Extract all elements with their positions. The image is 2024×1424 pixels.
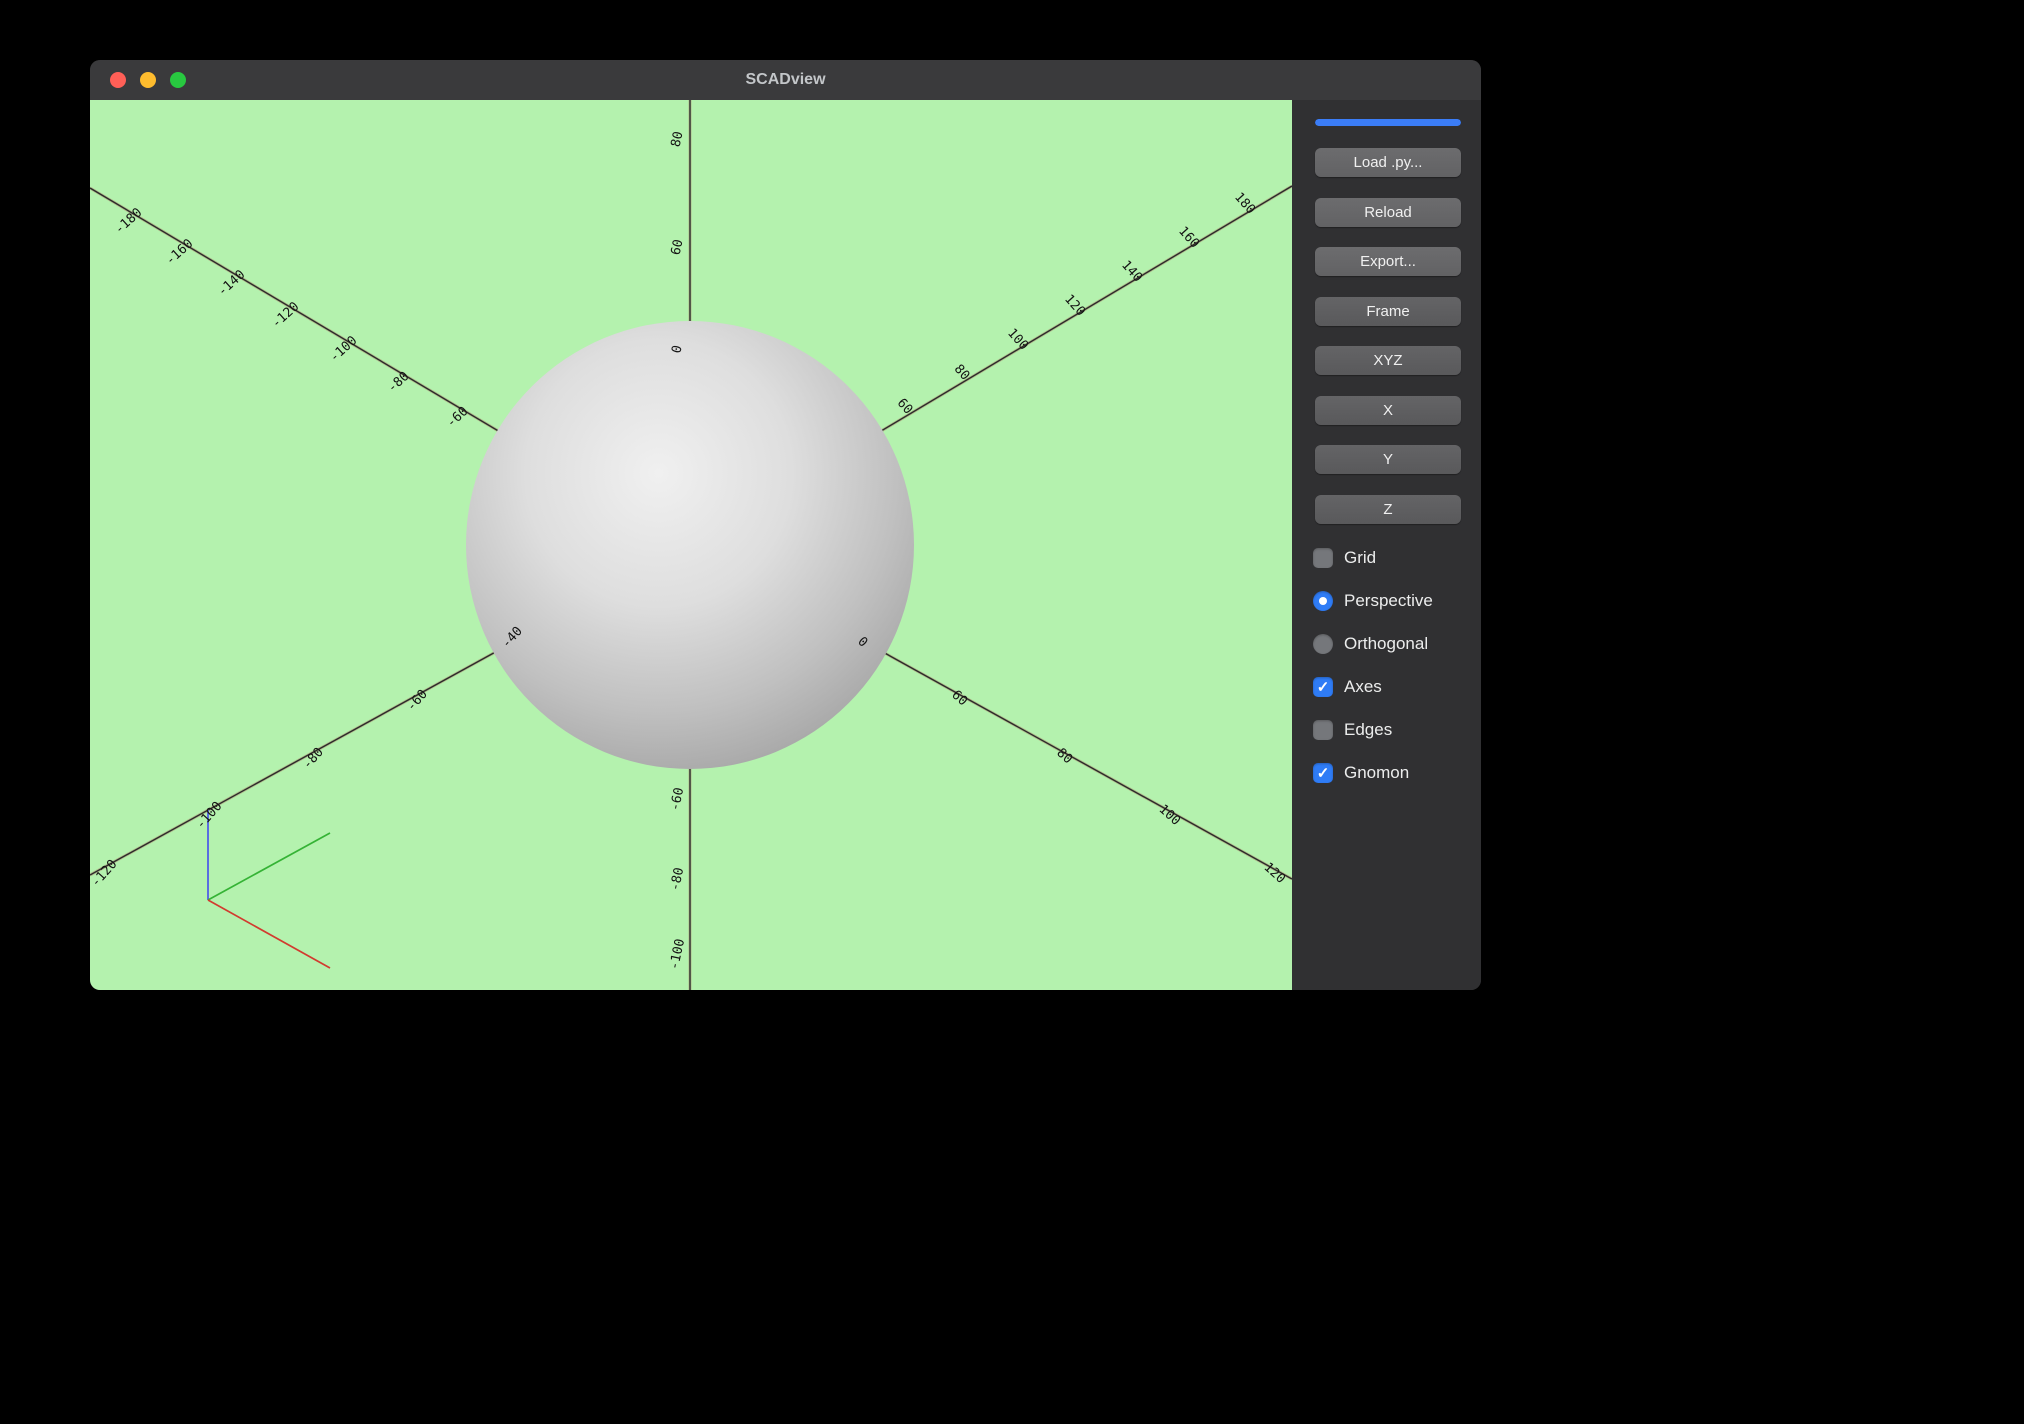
- toggle-label: Perspective: [1344, 591, 1433, 610]
- gnomon-checkbox[interactable]: Gnomon: [1313, 763, 1433, 783]
- title-bar[interactable]: SCADview: [90, 60, 1481, 101]
- checkbox-icon[interactable]: [1313, 763, 1333, 783]
- toggle-label: Edges: [1344, 720, 1393, 739]
- load-py-button[interactable]: Load .py...: [1315, 148, 1461, 177]
- frame-button[interactable]: Frame: [1315, 296, 1461, 326]
- axis-tick-label: 140: [1118, 258, 1145, 285]
- x-button[interactable]: X: [1315, 395, 1461, 425]
- toggle-stack: Grid Perspective Orthogonal Axes Edges: [1313, 548, 1433, 783]
- edges-checkbox[interactable]: Edges: [1313, 720, 1433, 740]
- axis-tick-label: -100: [327, 333, 360, 365]
- gnomon-x-axis: [207, 899, 331, 969]
- toggle-label: Gnomon: [1344, 763, 1410, 782]
- checkbox-icon[interactable]: [1313, 548, 1333, 568]
- axis-tick-label: -60: [444, 404, 471, 431]
- axis-tick-label: 160: [1175, 224, 1202, 251]
- axis-tick-label: 60: [669, 238, 687, 256]
- toggle-label: Grid: [1344, 548, 1377, 567]
- y-button[interactable]: Y: [1315, 445, 1461, 474]
- sidebar: Load .py... Reload Export... Frame XYZ X…: [1292, 100, 1481, 990]
- scadview-window: SCADview -180 -160 -140 -120 -100 -80 -60 60 80 1…: [90, 60, 1481, 990]
- sphere-model: [466, 321, 914, 769]
- axis-tick-label: -160: [163, 236, 196, 268]
- scene-canvas: -180 -160 -140 -120 -100 -80 -60 60 80 100 120 140 1…: [90, 100, 1292, 990]
- axis-tick-label: 180: [1231, 190, 1258, 217]
- progress-bar: [1315, 119, 1461, 126]
- axes-checkbox[interactable]: Axes: [1313, 677, 1433, 697]
- perspective-radio[interactable]: Perspective: [1313, 591, 1433, 611]
- axis-tick-label: -80: [385, 369, 412, 396]
- z-button[interactable]: Z: [1315, 494, 1461, 524]
- orthogonal-radio[interactable]: Orthogonal: [1313, 634, 1433, 654]
- reload-button[interactable]: Reload: [1315, 197, 1461, 227]
- radio-icon[interactable]: [1313, 591, 1333, 611]
- axis-tick-label: 120: [1061, 292, 1088, 319]
- xyz-button[interactable]: XYZ: [1315, 346, 1461, 375]
- progress-fill: [1315, 119, 1461, 126]
- axis-tick-label: -80: [668, 866, 688, 892]
- axis-tick-label: -60: [668, 786, 688, 812]
- window-title: SCADview: [745, 71, 826, 88]
- grid-checkbox[interactable]: Grid: [1313, 548, 1433, 568]
- checkbox-icon[interactable]: [1313, 720, 1333, 740]
- axis-tick-label: -120: [269, 299, 302, 331]
- export-button[interactable]: Export...: [1315, 247, 1461, 276]
- 3d-viewport[interactable]: -180 -160 -140 -120 -100 -80 -60 60 80 100 120 140 1…: [90, 100, 1292, 990]
- radio-icon[interactable]: [1313, 634, 1333, 654]
- axis-tick-label: -180: [112, 205, 145, 237]
- checkbox-icon[interactable]: [1313, 677, 1333, 697]
- axis-tick-label: -140: [215, 267, 248, 299]
- toggle-label: Orthogonal: [1344, 634, 1429, 653]
- desktop: SCADview -180 -160 -140 -120 -100 -80 -60 60 80 1…: [0, 0, 2024, 1424]
- axis-tick-label: -80: [300, 745, 327, 772]
- gnomon-y-axis: [207, 832, 331, 901]
- axis-tick-label: 80: [669, 130, 687, 148]
- button-stack: Load .py... Reload Export... Frame XYZ X…: [1315, 148, 1461, 524]
- axis-tick-label: 100: [1004, 326, 1031, 353]
- axis-tick-label: -100: [667, 937, 688, 971]
- toggle-label: Axes: [1344, 677, 1382, 696]
